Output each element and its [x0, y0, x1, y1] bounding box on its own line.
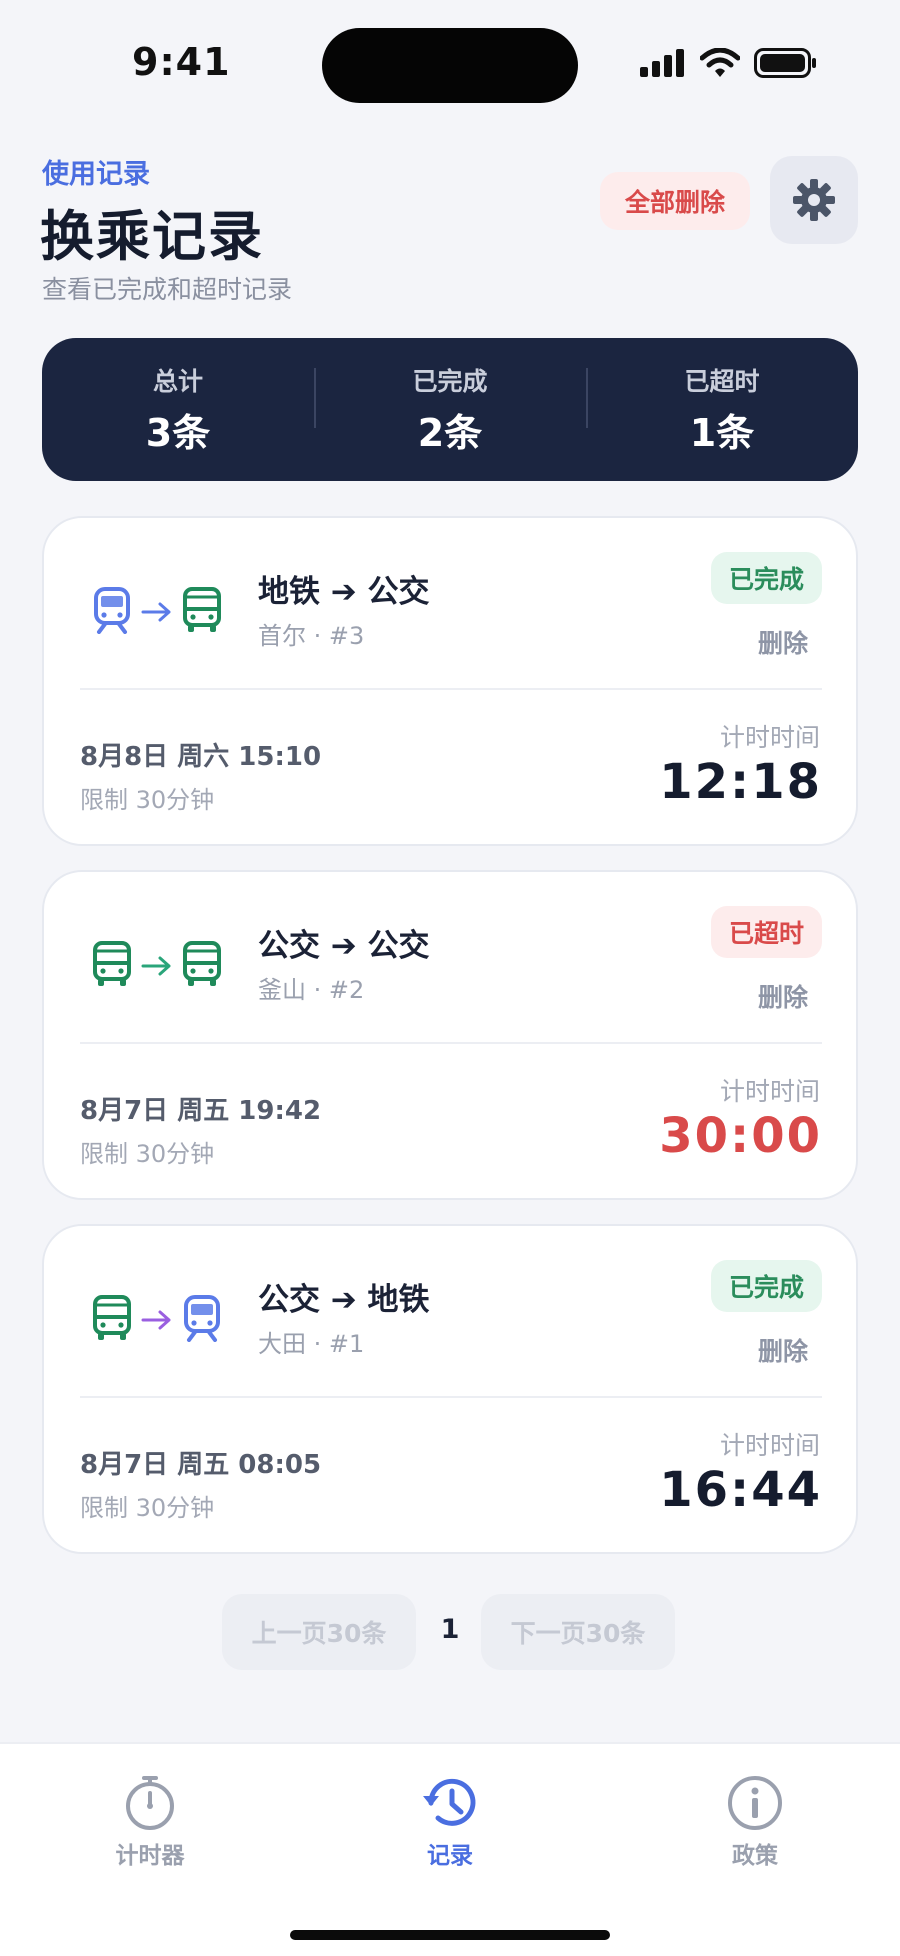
tab-label: 计时器: [115, 1843, 185, 1869]
next-page-button[interactable]: 下一页30条: [481, 1594, 675, 1670]
wifi-icon: [700, 48, 740, 77]
timer-value: 12:18: [659, 754, 822, 810]
status-icons: [640, 48, 818, 78]
bus-icon: [92, 1294, 132, 1346]
history-icon: [423, 1778, 476, 1826]
route-title: 公交 ➔ 地铁: [258, 1282, 430, 1318]
divider: [80, 688, 822, 690]
pagination: 上一页30条 1 下一页30条: [0, 1594, 900, 1670]
record-card[interactable]: 公交 ➔ 公交 釜山 · #2 已超时 删除 8月7日 周五 19:42 限制 …: [42, 870, 858, 1200]
route-subtitle: 首尔 · #3: [258, 622, 365, 650]
timer-label: 计时时间: [719, 1431, 820, 1460]
arrow-right-icon: [141, 1310, 171, 1330]
record-date: 8月7日 周五 19:42: [80, 1096, 322, 1126]
summary-completed: 已完成 2条: [314, 362, 586, 457]
delete-all-button[interactable]: 全部删除: [600, 172, 750, 230]
page-title: 换乘记录: [40, 205, 264, 268]
route-title: 公交 ➔ 公交: [258, 928, 430, 964]
stopwatch-icon: [126, 1776, 174, 1830]
summary-value: 1条: [689, 411, 755, 455]
tab-policy[interactable]: 政策: [685, 1772, 825, 1870]
tab-label: 政策: [732, 1843, 778, 1869]
summary-total: 总计 3条: [42, 362, 314, 457]
status-time: 9:41: [132, 40, 231, 84]
route-subtitle: 大田 · #1: [258, 1330, 365, 1358]
settings-button[interactable]: [770, 156, 858, 244]
delete-button[interactable]: 删除: [758, 624, 808, 660]
summary-label: 总计: [152, 367, 203, 396]
record-limit: 限制 30分钟: [80, 786, 215, 814]
page-eyebrow: 使用记录: [42, 159, 150, 190]
route-icons: [92, 1294, 222, 1346]
record-limit: 限制 30分钟: [80, 1494, 215, 1522]
status-badge: 已完成: [710, 552, 822, 604]
route-icons: [92, 940, 222, 992]
info-icon: [728, 1776, 782, 1830]
battery-icon: [754, 48, 816, 78]
page-number: 1: [440, 1614, 460, 1645]
delete-button[interactable]: 删除: [758, 1332, 808, 1368]
subway-icon: [92, 586, 132, 638]
bus-icon: [92, 940, 132, 992]
gear-icon: [793, 179, 835, 221]
record-card[interactable]: 地铁 ➔ 公交 首尔 · #3 已完成 删除 8月8日 周六 15:10 限制 …: [42, 516, 858, 846]
summary-panel: 总计 3条 已完成 2条 已超时 1条: [42, 338, 858, 481]
status-badge: 已超时: [710, 906, 822, 958]
record-limit: 限制 30分钟: [80, 1140, 215, 1168]
home-indicator: [290, 1930, 610, 1940]
status-bar: 9:41: [0, 0, 900, 130]
timer-label: 计时时间: [719, 723, 820, 752]
tab-label: 记录: [427, 1843, 473, 1869]
tab-records[interactable]: 记录: [380, 1772, 520, 1870]
route-subtitle: 釜山 · #2: [258, 976, 365, 1004]
route-title: 地铁 ➔ 公交: [258, 574, 430, 610]
record-date: 8月8日 周六 15:10: [80, 742, 322, 772]
timer-value: 30:00: [659, 1108, 822, 1164]
signal-icon: [640, 49, 684, 77]
dynamic-island: [322, 28, 578, 103]
page-subtitle: 查看已完成和超时记录: [42, 275, 293, 304]
tab-bar: 计时器 记录 政策: [0, 1742, 900, 1956]
summary-label: 已超时: [684, 367, 760, 396]
arrow-right-icon: [141, 602, 171, 622]
divider: [80, 1396, 822, 1398]
record-card[interactable]: 公交 ➔ 地铁 大田 · #1 已完成 删除 8月7日 周五 08:05 限制 …: [42, 1224, 858, 1554]
divider: [80, 1042, 822, 1044]
bus-icon: [182, 940, 222, 992]
route-icons: [92, 586, 222, 638]
record-date: 8月7日 周五 08:05: [80, 1450, 322, 1480]
tab-timer[interactable]: 计时器: [80, 1772, 220, 1870]
summary-overtime: 已超时 1条: [586, 362, 858, 457]
summary-label: 已完成: [412, 367, 488, 396]
prev-page-button[interactable]: 上一页30条: [222, 1594, 416, 1670]
summary-value: 2条: [417, 411, 483, 455]
status-badge: 已完成: [710, 1260, 822, 1312]
bus-icon: [182, 586, 222, 638]
subway-icon: [182, 1294, 222, 1346]
timer-label: 计时时间: [719, 1077, 820, 1106]
delete-button[interactable]: 删除: [758, 978, 808, 1014]
timer-value: 16:44: [659, 1462, 822, 1518]
summary-value: 3条: [145, 411, 211, 455]
arrow-right-icon: [141, 956, 171, 976]
